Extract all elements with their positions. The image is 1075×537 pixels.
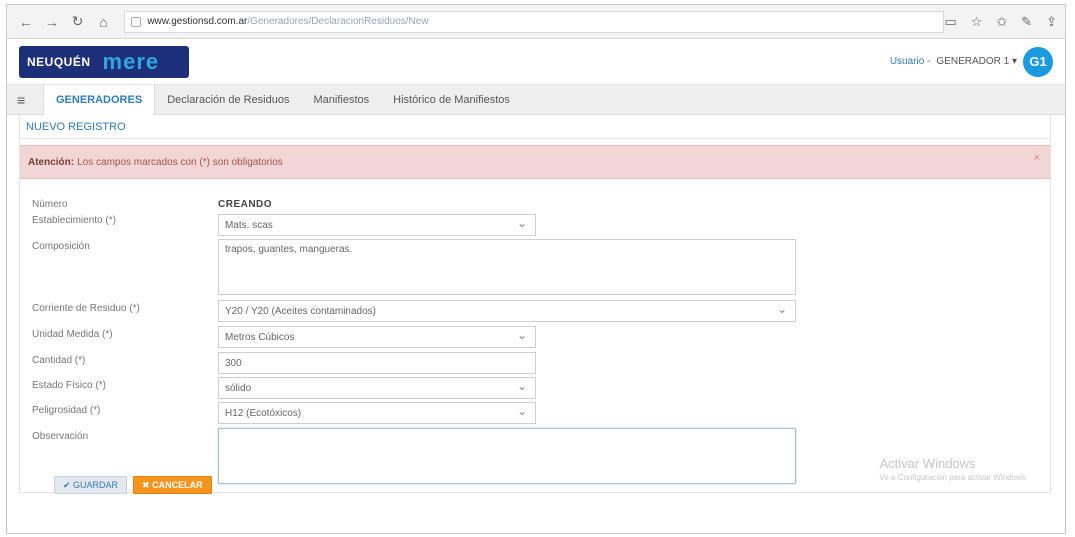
- watermark-line1: Activar Windows: [879, 456, 976, 471]
- user-name[interactable]: GENERADOR 1 ▾: [936, 56, 1017, 67]
- address-bar[interactable]: www.gestionsd.com.ar/Generadores/Declara…: [124, 10, 945, 33]
- form-panel: NUEVO REGISTRO Atención: Los campos marc…: [19, 115, 1051, 494]
- unidad-label: Unidad Medida (*): [32, 329, 113, 340]
- home-icon[interactable]: ⌂: [92, 11, 114, 33]
- composicion-label: Composición: [32, 241, 90, 252]
- watermark-line2: Ve a Configuración para activar Windows.: [879, 473, 1028, 482]
- panel-title: NUEVO REGISTRO: [20, 115, 1050, 139]
- establecimiento-select[interactable]: Mats. scas: [218, 214, 536, 236]
- peligrosidad-value: H12 (Ecotóxicos): [225, 407, 302, 419]
- close-icon[interactable]: ×: [1034, 152, 1040, 164]
- cantidad-input[interactable]: 300: [218, 352, 536, 374]
- required-fields-alert: Atención: Los campos marcados con (*) so…: [20, 145, 1050, 179]
- corriente-value: Y20 / Y20 (Aceites contaminados): [225, 305, 377, 317]
- back-icon[interactable]: ←: [15, 11, 37, 33]
- cantidad-label: Cantidad (*): [32, 355, 86, 366]
- unidad-select[interactable]: Metros Cúbicos: [218, 326, 536, 348]
- numero-label: Número: [32, 199, 68, 210]
- form-buttons: ✔ GUARDAR ✖ CANCELAR: [54, 476, 212, 494]
- nav-item-manifiestos[interactable]: Manifiestos: [301, 85, 381, 115]
- nav-item-declaracion[interactable]: Declaración de Residuos: [155, 85, 301, 115]
- logo-sub-text: mere: [102, 48, 160, 74]
- establecimiento-value: Mats. scas: [225, 219, 273, 231]
- page-icon: [131, 16, 142, 27]
- alert-strong: Atención:: [28, 156, 75, 168]
- neuquen-mere-logo[interactable]: NEUQUÉN mere: [19, 45, 189, 78]
- logo-main-text: NEUQUÉN: [27, 54, 91, 69]
- cancel-button[interactable]: ✖ CANCELAR: [133, 476, 212, 494]
- save-button[interactable]: ✔ GUARDAR: [54, 476, 128, 494]
- user-menu[interactable]: Usuario - GENERADOR 1 ▾ G1: [889, 46, 1053, 77]
- pen-icon[interactable]: ✎: [1021, 14, 1032, 30]
- peligrosidad-label: Peligrosidad (*): [32, 405, 101, 416]
- reading-view-icon[interactable]: ▭: [944, 14, 956, 30]
- numero-value: CREANDO: [218, 199, 273, 210]
- main-nav: ≡ GENERADORES Declaración de Residuos Ma…: [7, 84, 1065, 115]
- app-header: NEUQUÉN mere Usuario - GENERADOR 1 ▾ G1: [7, 39, 1065, 85]
- registro-form: Número CREANDO Establecimiento (*) Mats.…: [20, 179, 1050, 484]
- nav-item-generadores[interactable]: GENERADORES: [43, 84, 156, 115]
- estado-select[interactable]: sólido: [218, 377, 536, 399]
- establecimiento-label: Establecimiento (*): [32, 215, 116, 226]
- alert-text: Los campos marcados con (*) son obligato…: [77, 156, 283, 168]
- windows-activation-watermark: Activar Windows Ve a Configuración para …: [879, 456, 1028, 482]
- user-label: Usuario -: [889, 56, 931, 67]
- avatar[interactable]: G1: [1023, 46, 1053, 77]
- refresh-icon[interactable]: ↻: [67, 11, 89, 33]
- favorites-icon[interactable]: ✩: [996, 14, 1007, 30]
- favorite-star-icon[interactable]: ☆: [971, 14, 983, 30]
- estado-value: sólido: [225, 382, 252, 394]
- nav-item-historico[interactable]: Histórico de Manifiestos: [381, 85, 522, 115]
- unidad-value: Metros Cúbicos: [225, 331, 295, 343]
- composicion-textarea[interactable]: trapos, guantes, mangueras.: [218, 239, 796, 295]
- composicion-value: trapos, guantes, mangueras.: [225, 244, 353, 255]
- url-path: /Generadores/DeclaracionResiduos/New: [247, 16, 429, 27]
- corriente-label: Corriente de Residuo (*): [32, 303, 140, 314]
- menu-icon[interactable]: ≡: [17, 92, 35, 108]
- share-icon[interactable]: ⇪: [1046, 14, 1057, 30]
- observacion-label: Observación: [32, 431, 89, 442]
- browser-toolbar: ← → ↻ ⌂ www.gestionsd.com.ar/Generadores…: [7, 5, 1065, 39]
- corriente-select[interactable]: Y20 / Y20 (Aceites contaminados): [218, 300, 796, 322]
- estado-label: Estado Físico (*): [32, 380, 106, 391]
- browser-window: ← → ↻ ⌂ www.gestionsd.com.ar/Generadores…: [6, 4, 1066, 534]
- cantidad-value: 300: [225, 357, 242, 369]
- forward-icon[interactable]: →: [41, 11, 63, 33]
- observacion-textarea[interactable]: [218, 428, 796, 484]
- peligrosidad-select[interactable]: H12 (Ecotóxicos): [218, 402, 536, 424]
- url-host: www.gestionsd.com.ar: [147, 16, 248, 27]
